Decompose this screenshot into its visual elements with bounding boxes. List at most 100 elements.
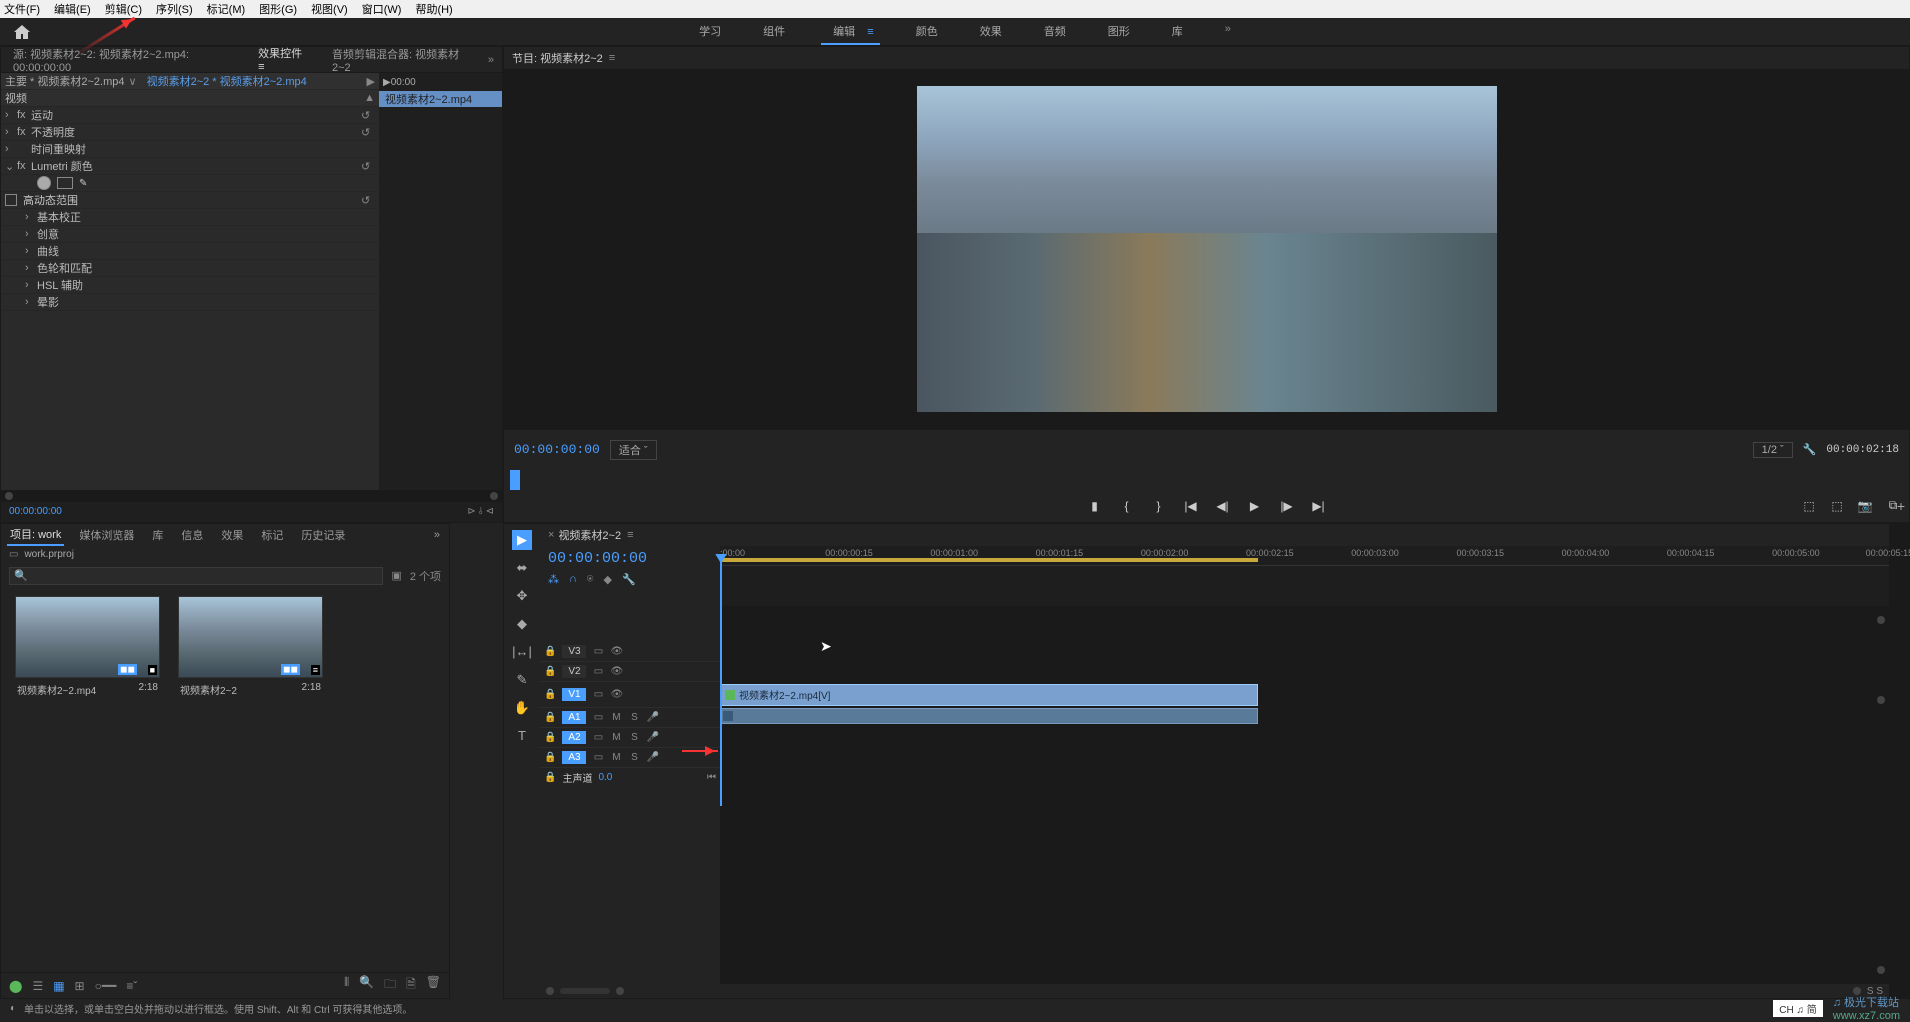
menu-view[interactable]: 视图(V) [311,1,348,17]
project-item[interactable]: ◼◼■ 视频素材2~2.mp4 2:18 [15,596,160,701]
solo-icon[interactable]: S [628,752,640,763]
audio-clip[interactable] [720,708,1258,724]
video-section[interactable]: 视频 ▲ [1,90,379,107]
reset-icon[interactable]: ↺ [361,109,375,122]
add-marker-icon[interactable]: ▮ [1087,498,1103,514]
eye-icon[interactable]: 👁 [610,689,622,700]
track-a1[interactable]: 🔒 A1 ▭ M S 🎤 [540,708,720,728]
ws-learn[interactable]: 学习 [693,19,727,45]
mask-ellipse-icon[interactable] [37,176,51,190]
ime-badge[interactable]: CH ♫ 简 [1773,1000,1823,1017]
active-clip-label[interactable]: 视频素材2~2 * 视频素材2~2.mp4 [147,73,307,89]
zoom-slider[interactable]: ○━━ [95,979,117,993]
eye-icon[interactable]: 👁 [610,646,622,657]
list-view-icon[interactable]: ☰ [32,979,43,993]
ws-graphics[interactable]: 图形 [1102,19,1136,45]
menu-sequence[interactable]: 序列(S) [156,1,193,17]
playhead[interactable] [720,556,722,806]
fx-motion[interactable]: ›fx 运动 ↺ [1,107,379,124]
freeform-view-icon[interactable]: ⊞ [75,979,85,993]
lumetri-basic[interactable]: ›基本校正 [1,209,379,226]
mask-rect-icon[interactable] [57,177,73,189]
fx-time-remap[interactable]: › 时间重映射 [1,141,379,158]
skip-icon[interactable]: ⏮ [707,772,716,783]
project-item[interactable]: ◼◼≡ 视频素材2~2 2:18 [178,596,323,701]
clip-thumbnail[interactable]: ◼◼■ [15,596,160,678]
hand-tool-icon[interactable]: ✋ [512,698,532,718]
zoom-bar[interactable] [560,988,610,994]
source-overflow-icon[interactable]: » [488,54,494,66]
pen-tool-icon[interactable]: ✎ [512,670,532,690]
razor-tool-icon[interactable]: ◆ [512,614,532,634]
sync-lock-icon[interactable]: ▭ [592,732,604,743]
mark-out-icon[interactable]: } [1151,498,1167,514]
program-viewport[interactable] [504,69,1909,430]
effect-controls-timeline[interactable]: ▶00:00 视频素材2~2.mp4 [379,73,502,490]
tab-project[interactable]: 项目: work [7,524,64,546]
video-clip[interactable]: 视频素材2~2.mp4[V] [720,684,1258,706]
selection-tool-icon[interactable]: ▶ [512,530,532,550]
project-search-input[interactable]: 🔍 [9,567,383,585]
zoom-handle[interactable] [546,987,554,995]
sync-lock-icon[interactable]: ▭ [592,646,604,657]
project-overflow-icon[interactable]: » [431,527,443,543]
ws-effects[interactable]: 效果 [974,19,1008,45]
ws-assembly[interactable]: 组件 [757,19,791,45]
settings-icon[interactable]: ◆ [604,573,612,586]
lift-icon[interactable]: ⬚ [1801,498,1817,514]
work-area-bar[interactable] [720,558,1258,562]
lumetri-colorwheels[interactable]: ›色轮和匹配 [1,260,379,277]
lock-icon[interactable]: 🔒 [544,732,556,743]
lumetri-vignette[interactable]: ›晕影 [1,294,379,311]
solo-icon[interactable]: S [628,732,640,743]
menu-edit[interactable]: 编辑(E) [54,1,91,17]
lock-icon[interactable]: 🔒 [544,646,556,657]
ec-timecode[interactable]: 00:00:00:00 [9,506,62,517]
timeline-timecode[interactable]: 00:00:00:00 [548,550,712,567]
tab-libraries[interactable]: 库 [149,525,166,545]
track-v1[interactable]: 🔒 V1 ▭ 👁 [540,682,720,708]
ws-audio[interactable]: 音频 [1038,19,1072,45]
resolution-dropdown[interactable]: 1/2 ˇ [1753,442,1793,458]
sort-icon[interactable]: ≡ˇ [126,979,137,993]
solo-icon[interactable]: S [628,712,640,723]
tab-history[interactable]: 历史记录 [298,525,348,545]
menu-clip[interactable]: 剪辑(C) [105,1,142,17]
mute-icon[interactable]: M [610,712,622,723]
program-timecode[interactable]: 00:00:00:00 [514,442,600,457]
reset-icon[interactable]: ↺ [361,126,375,139]
menu-marker[interactable]: 标记(M) [207,1,246,17]
reset-icon[interactable]: ↺ [361,160,375,173]
hdr-checkbox[interactable] [5,194,17,206]
sync-lock-icon[interactable]: ▭ [592,712,604,723]
mask-pen-icon[interactable]: ✎ [79,178,87,189]
ripple-tool-icon[interactable]: ✥ [512,586,532,606]
timeline-content[interactable]: 视频素材2~2.mp4[V] ➤ [720,606,1889,985]
sequence-thumbnail[interactable]: ◼◼≡ [178,596,323,678]
new-bin-icon[interactable]: ▣ [391,569,401,582]
mix-track[interactable]: 🔒 主声道 0.0 ⏮ [540,768,720,788]
timeline-ruler[interactable]: :00:00 00:00:00:15 00:00:01:00 00:00:01:… [720,546,1889,566]
ws-libraries[interactable]: 库 [1166,19,1189,45]
goto-out-icon[interactable]: ▶| [1311,498,1327,514]
menu-graphics[interactable]: 图形(G) [259,1,297,17]
snap-icon[interactable]: ⁂ [548,573,559,586]
tab-info[interactable]: 信息 [178,525,206,545]
icon-view-icon[interactable]: ▦ [53,979,64,993]
menu-help[interactable]: 帮助(H) [415,1,452,17]
wrench-icon[interactable]: 🔧 [1803,443,1817,456]
linked-selection-icon[interactable]: ∩ [569,573,577,586]
program-scrubber[interactable] [510,470,1903,490]
mute-icon[interactable]: M [610,732,622,743]
lock-icon[interactable]: 🔒 [544,752,556,763]
lumetri-hsl[interactable]: ›HSL 辅助 [1,277,379,294]
new-bin2-icon[interactable]: 🗀 [384,975,396,996]
track-v2[interactable]: 🔒 V2 ▭ 👁 [540,662,720,682]
step-fwd-icon[interactable]: |▶ [1279,498,1295,514]
ec-right-clip-block[interactable]: 视频素材2~2.mp4 [379,91,502,107]
mark-in-icon[interactable]: { [1119,498,1135,514]
goto-in-icon[interactable]: |◀ [1183,498,1199,514]
tab-markers[interactable]: 标记 [258,525,286,545]
trash-icon[interactable]: 🗑 [426,975,441,996]
fx-opacity[interactable]: ›fx 不透明度 ↺ [1,124,379,141]
